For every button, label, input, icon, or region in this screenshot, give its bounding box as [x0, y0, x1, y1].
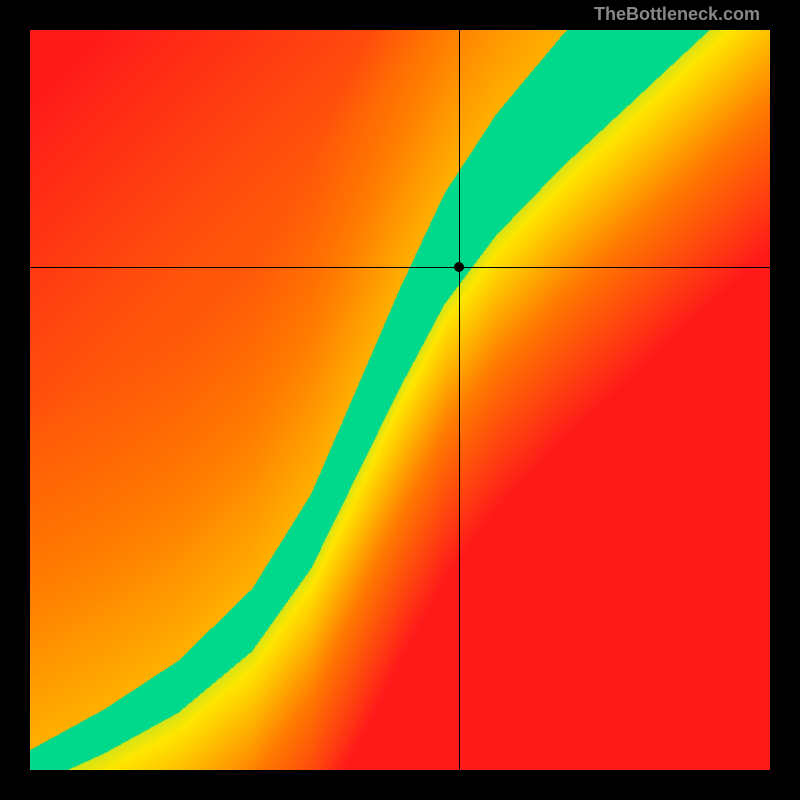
crosshair-horizontal — [30, 267, 770, 268]
heatmap-plot — [30, 30, 770, 770]
watermark-text: TheBottleneck.com — [594, 4, 760, 25]
heatmap-canvas — [30, 30, 770, 770]
crosshair-vertical — [459, 30, 460, 770]
marker-point — [454, 262, 464, 272]
chart-container: TheBottleneck.com — [0, 0, 800, 800]
